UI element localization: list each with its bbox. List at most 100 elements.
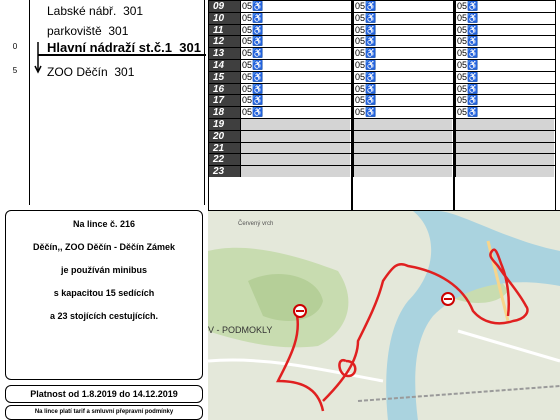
departure-cell: 05♿ <box>353 71 452 83</box>
route-map[interactable]: V - PODMOKLY Červený vrch <box>208 210 560 420</box>
departure-time: 05♿ <box>242 1 264 11</box>
timetable-row: 05♿ <box>455 23 555 36</box>
direction-arrow-icon <box>34 42 42 74</box>
timetable-row <box>455 129 555 142</box>
timetable-row <box>455 165 555 178</box>
stop-name: parkoviště <box>47 24 102 38</box>
departure-time: 05♿ <box>355 83 377 94</box>
departure-time: 05♿ <box>457 107 479 118</box>
timetable-row: 17 05♿ <box>209 94 351 107</box>
departure-time: 05♿ <box>457 60 479 70</box>
minute-value: 5 <box>12 66 18 75</box>
timetable-row: 05♿ <box>353 59 453 71</box>
departure-time: 05♿ <box>457 1 479 11</box>
departure-cell <box>240 142 350 154</box>
departure-cell: 05♿ <box>353 107 452 119</box>
tariff-notice: Na lince platí tarif a smluvní přepravní… <box>5 405 203 420</box>
stop-zone: 301 <box>179 40 201 55</box>
departure-cell: 05♿ <box>353 48 452 60</box>
departure-cell <box>353 130 452 142</box>
timetable-row: 05♿ <box>455 106 555 119</box>
timetable-row: 18 05♿ <box>209 106 351 119</box>
departure-time: 05♿ <box>355 71 377 82</box>
departure-time: 05♿ <box>242 24 264 35</box>
departure-time: 05♿ <box>242 83 264 94</box>
timetable-column: 05♿ 05♿ 05♿ 05♿ 05♿ 05♿ 05♿ 05♿ 05♿ 05♿ <box>352 0 454 210</box>
departure-time: 05♿ <box>355 1 377 11</box>
departure-cell: 05♿ <box>240 36 350 48</box>
hour-label: 21 <box>209 142 240 154</box>
departure-cell: 05♿ <box>240 60 350 71</box>
departure-cell: 05♿ <box>353 36 452 48</box>
hour-label: 12 <box>209 36 240 48</box>
stop-name: Hlavní nádraží st.č.1 <box>47 40 172 55</box>
timetable-row: 10 05♿ <box>209 11 351 24</box>
timetable-row: 05♿ <box>455 0 555 12</box>
bus-stop-icon[interactable] <box>441 292 455 306</box>
timetable-row: 05♿ <box>455 35 555 48</box>
timetable-row: 23 <box>209 165 351 178</box>
departure-time: 05♿ <box>457 24 479 35</box>
validity-notice: Platnost od 1.8.2019 do 14.12.2019 <box>5 385 203 403</box>
timetable-row: 05♿ <box>455 11 555 24</box>
map-canvas: V - PODMOKLY Červený vrch <box>208 211 560 420</box>
departure-time: 05♿ <box>242 48 264 59</box>
timetable-row <box>353 141 453 154</box>
departure-cell: 05♿ <box>240 71 350 83</box>
hour-label: 10 <box>209 12 240 24</box>
departure-cell: 05♿ <box>240 83 350 95</box>
departure-time: 05♿ <box>457 71 479 82</box>
timetable-row: 21 <box>209 141 351 154</box>
timetable-row: 05♿ <box>353 70 453 83</box>
departure-cell: 05♿ <box>240 1 350 12</box>
bus-stop-icon[interactable] <box>293 304 307 318</box>
hour-label: 15 <box>209 71 240 83</box>
current-stop: Hlavní nádraží st.č.1 301 <box>47 40 201 55</box>
departure-cell: 05♿ <box>455 60 554 71</box>
departure-time: 05♿ <box>355 107 377 118</box>
timetable-row: 12 05♿ <box>209 35 351 48</box>
departure-time: 05♿ <box>242 60 264 70</box>
stop-item: Labské nábř. 301 <box>47 4 143 18</box>
minutes-column: 0 5 <box>0 0 30 205</box>
departure-cell: 05♿ <box>353 24 452 36</box>
info-line: Děčín,, ZOO Děčín - Děčín Zámek <box>32 242 176 252</box>
info-line: s kapacitou 15 sedících <box>53 288 155 298</box>
departure-cell: 05♿ <box>240 24 350 36</box>
departure-cell: 05♿ <box>240 12 350 24</box>
departure-cell <box>455 154 554 166</box>
timetable-row <box>353 129 453 142</box>
timetable-row: 11 05♿ <box>209 23 351 36</box>
timetable-row: 14 05♿ <box>209 59 351 71</box>
timetable-row: 05♿ <box>353 106 453 119</box>
stop-name: ZOO Děčín <box>47 65 108 79</box>
timetable-row <box>353 118 453 130</box>
departure-cell: 05♿ <box>455 71 554 83</box>
departure-cell: 05♿ <box>240 107 350 119</box>
departure-time: 05♿ <box>457 12 479 23</box>
departure-time: 05♿ <box>355 95 377 106</box>
departure-time: 05♿ <box>355 60 377 70</box>
departure-time: 05♿ <box>242 71 264 82</box>
departure-cell <box>353 119 452 130</box>
stop-name: Labské nábř. <box>47 4 117 18</box>
departure-cell: 05♿ <box>353 95 452 107</box>
departure-cell: 05♿ <box>455 12 554 24</box>
timetable-row: 16 05♿ <box>209 82 351 95</box>
departure-time: 05♿ <box>242 12 264 23</box>
departure-time: 05♿ <box>355 12 377 23</box>
departure-cell: 05♿ <box>353 83 452 95</box>
departure-cell <box>455 142 554 154</box>
hour-label: 22 <box>209 154 240 166</box>
timetable-row: 05♿ <box>455 94 555 107</box>
stop-zone: 301 <box>108 24 129 38</box>
departure-cell <box>455 130 554 142</box>
departure-cell: 05♿ <box>455 24 554 36</box>
timetable-row: 05♿ <box>353 0 453 12</box>
timetable-column: 09 05♿ 10 05♿ 11 05♿ 12 05♿ 13 05♿ 14 05♿ 15 05♿ 16 05♿… <box>208 0 352 210</box>
departure-time: 05♿ <box>457 48 479 59</box>
stop-zone: 301 <box>123 4 144 18</box>
info-line: je používán minibus <box>60 265 147 275</box>
departure-time: 05♿ <box>242 107 264 118</box>
timetable-row: 15 05♿ <box>209 70 351 83</box>
